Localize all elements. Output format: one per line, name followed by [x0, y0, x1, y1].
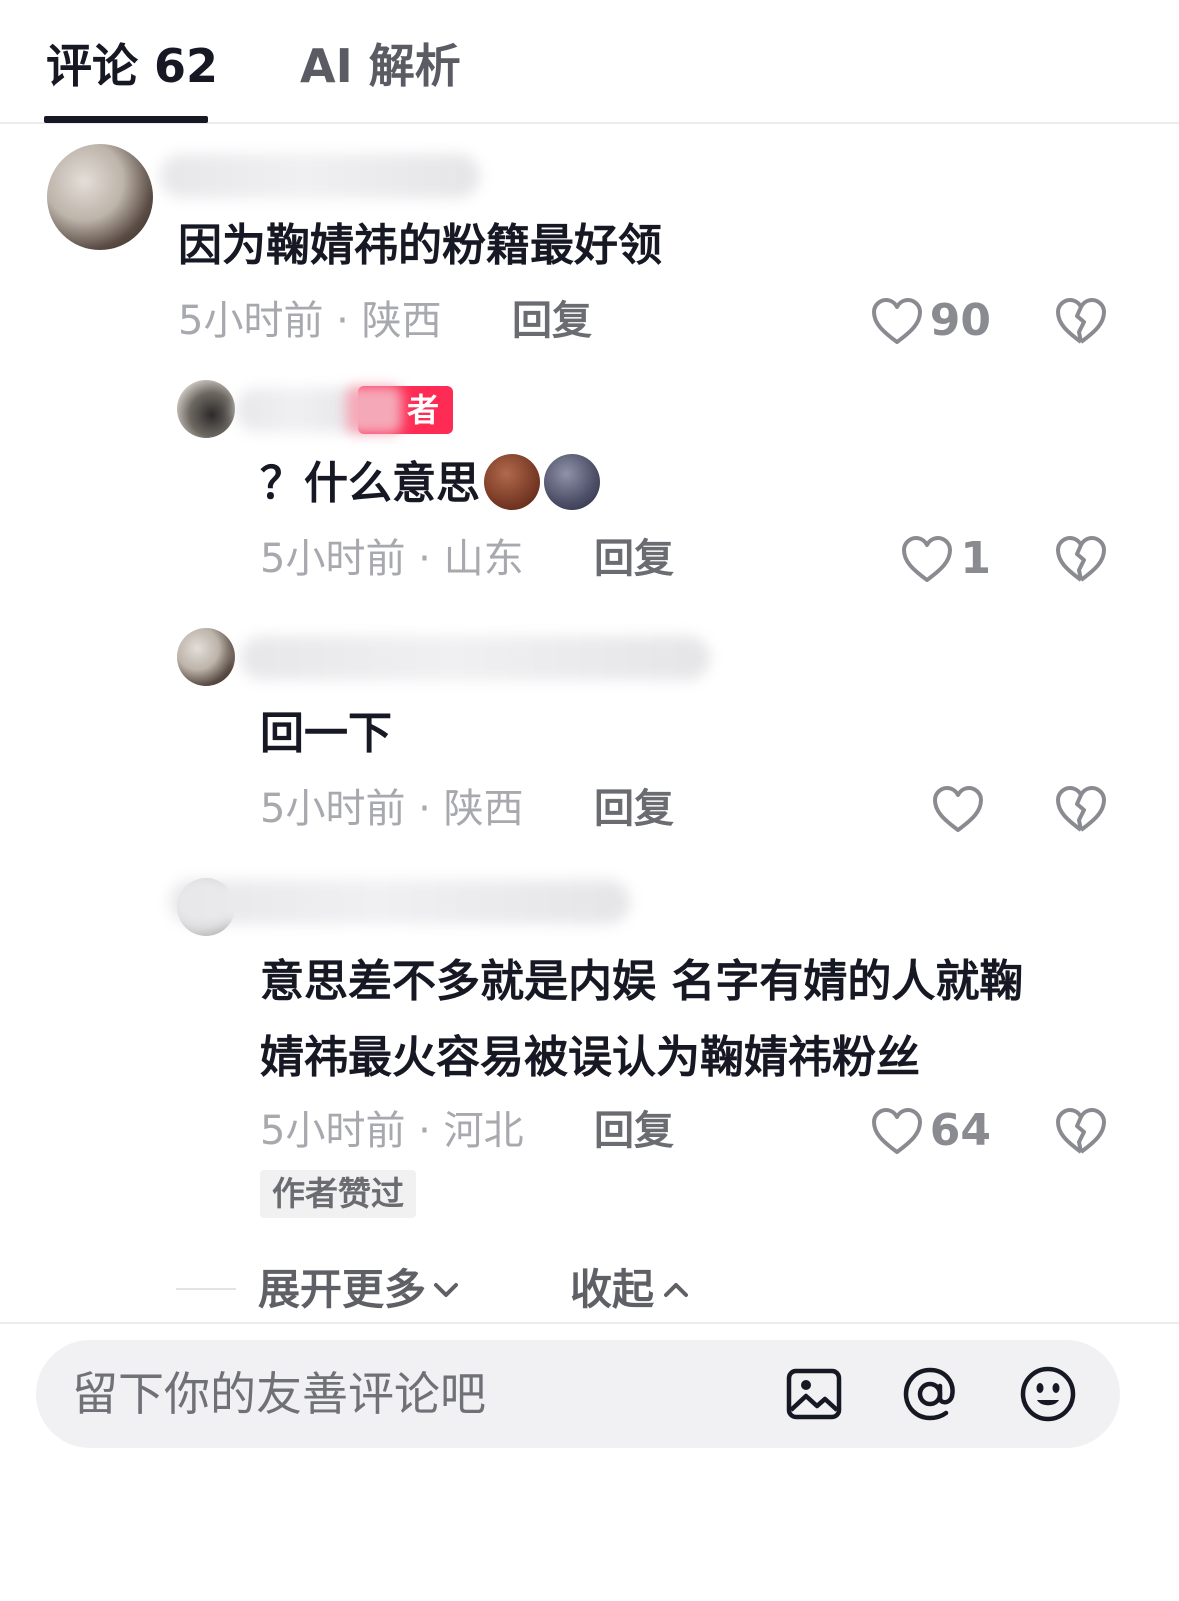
chevron-up-icon	[664, 1283, 689, 1297]
active-tab-indicator	[44, 116, 208, 123]
user-avatar[interactable]	[47, 144, 153, 250]
broken-heart-icon[interactable]	[1054, 1104, 1108, 1158]
collapse-button[interactable]: 收起	[570, 1262, 692, 1318]
like-count: 64	[929, 1105, 991, 1156]
expand-more-button[interactable]: 展开更多	[258, 1262, 462, 1318]
tab-ai-analysis[interactable]: AI 解析	[300, 38, 461, 94]
reply-button[interactable]: 回复	[594, 1106, 674, 1156]
username-blurred	[240, 636, 710, 680]
reply-text: 回一下	[260, 708, 392, 759]
comment-time-location: 5小时前 · 陕西	[178, 298, 442, 344]
divider	[0, 1322, 1179, 1324]
at-icon[interactable]	[900, 1364, 960, 1424]
like-button[interactable]: 1	[900, 532, 991, 586]
collapse-label: 收起	[570, 1265, 655, 1314]
broken-heart-icon[interactable]	[1054, 294, 1108, 348]
reply-text-row: ？什么意思	[260, 446, 600, 522]
reply-text: ？什么意思	[260, 458, 480, 509]
chevron-down-icon	[434, 1283, 459, 1297]
heart-icon	[871, 298, 922, 344]
user-avatar[interactable]	[177, 380, 235, 438]
broken-heart-icon[interactable]	[1054, 782, 1108, 836]
heart-icon	[902, 536, 953, 582]
reply-button[interactable]: 回复	[594, 784, 674, 834]
reply-time-location: 5小时前 · 河北	[260, 1108, 524, 1154]
like-count: 1	[960, 533, 991, 584]
expand-more-label: 展开更多	[258, 1265, 427, 1314]
like-count: 90	[929, 295, 991, 346]
username-blurred	[170, 880, 630, 924]
badge-blur	[346, 386, 402, 434]
broken-heart-icon[interactable]	[1054, 532, 1108, 586]
heart-icon	[871, 1108, 922, 1154]
smirk-emoji	[484, 454, 540, 510]
username-blurred	[160, 154, 480, 198]
like-button[interactable]: 64	[870, 1104, 991, 1158]
like-button[interactable]: 90	[870, 294, 991, 348]
like-button[interactable]	[931, 782, 991, 836]
heart-icon	[933, 786, 983, 832]
reply-time-location: 5小时前 · 陕西	[260, 786, 524, 832]
reply-time-location: 5小时前 · 山东	[260, 536, 524, 582]
comments-panel: 评论 62 AI 解析 因为鞠婧祎的粉籍最好领 5小时前 · 陕西 回复 90 …	[0, 0, 1179, 1601]
user-avatar[interactable]	[177, 628, 235, 686]
thread-divider	[176, 1288, 236, 1290]
reply-text-line2: 婧祎最火容易被误认为鞠婧祎粉丝	[260, 1032, 920, 1083]
moon-face-emoji	[544, 454, 600, 510]
author-liked-tag: 作者赞过	[260, 1170, 416, 1218]
tab-comments[interactable]: 评论 62	[46, 38, 218, 94]
reply-text-line1: 意思差不多就是内娱 名字有婧的人就鞠	[260, 956, 1024, 1007]
reply-button[interactable]: 回复	[512, 296, 592, 346]
comment-input-placeholder: 留下你的友善评论吧	[72, 1367, 486, 1421]
comment-text: 因为鞠婧祎的粉籍最好领	[178, 220, 662, 271]
emoji-icon[interactable]	[1018, 1364, 1078, 1424]
tab-bar: 评论 62 AI 解析	[0, 0, 1179, 124]
comment-input[interactable]: 留下你的友善评论吧	[36, 1340, 1120, 1448]
image-icon[interactable]	[784, 1364, 844, 1424]
reply-button[interactable]: 回复	[594, 534, 674, 584]
